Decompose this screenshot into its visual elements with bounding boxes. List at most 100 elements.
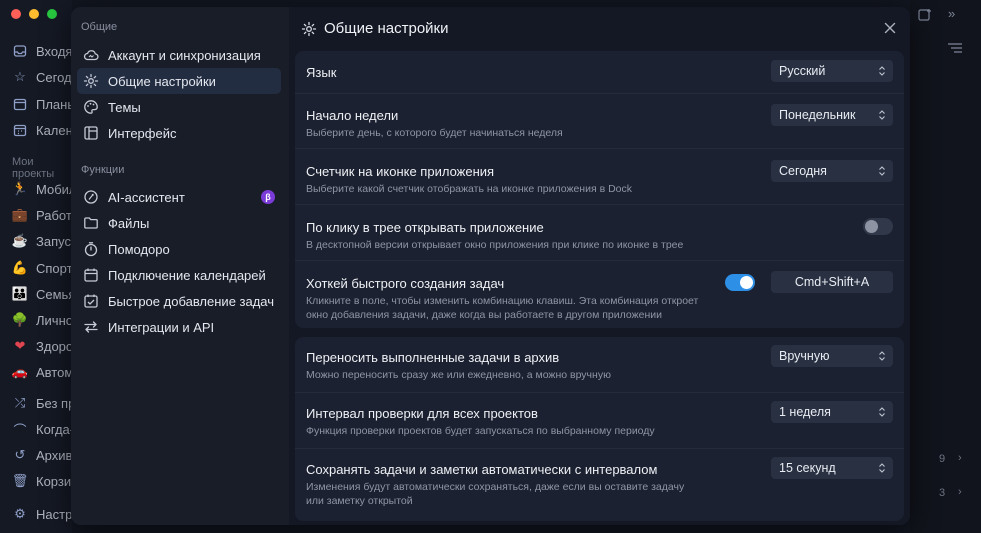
badge-counter-select[interactable]: Сегодня [771,160,893,182]
setting-title: Сохранять задачи и заметки автоматически… [306,462,658,477]
updown-arrows-icon [879,110,885,120]
new-window-icon[interactable] [918,8,932,25]
nav-section-general: Общие [81,21,118,33]
bg-project-item[interactable]: 💪 Спорт [12,258,73,278]
minimize-window-button[interactable] [29,9,39,19]
star-icon: ☆ [14,69,26,84]
bg-project-item[interactable]: 💼 Работа [12,205,79,225]
updown-arrows-icon [879,407,885,417]
bg-misc-item[interactable]: ⤮ Без пр [12,393,76,413]
cup-icon: ☕ [11,233,29,248]
setting-description: Функция проверки проектов будет запускат… [306,425,655,437]
bg-project-item[interactable]: 🏃 Мобил [12,179,77,199]
check-interval-select[interactable]: 1 неделя [771,401,893,423]
interface-icon [83,125,99,141]
bg-misc-item[interactable]: ⚙ Настр [12,504,72,524]
settings-content: Общие настройки Язык Русский Начало неде… [289,7,910,525]
nav-item-calendar-connection[interactable]: Подключение календарей [77,262,281,288]
nav-item-account[interactable]: Аккаунт и синхронизация [77,42,281,68]
setting-language: Язык Русский [295,51,904,94]
history-icon: ↺ [14,447,26,462]
bg-project-item[interactable]: 🚗 Автом [12,362,73,382]
gear-icon: ⚙ [14,506,26,521]
setting-description: В десктопной версии открывает окно прило… [306,239,684,251]
background-right-panel: » 9 › 3 › [910,0,981,533]
setting-description: Выберите день, с которого будет начинать… [306,127,563,139]
setting-title: Переносить выполненные задачи в архив [306,350,560,365]
close-window-button[interactable] [11,9,21,19]
bg-sidebar-item-inbox[interactable]: Входя [12,41,72,61]
page-title: Общие настройки [324,20,449,37]
setting-description: Можно переносить сразу же или ежедневно,… [306,369,611,381]
ai-icon [83,189,99,205]
autosave-select[interactable]: 15 секунд [771,457,893,479]
calendar-grid-icon [12,122,28,138]
bg-project-item[interactable]: 👪 Семья [12,284,75,304]
nav-item-files[interactable]: Файлы [77,210,281,236]
setting-hotkey: Хоткей быстрого создания задач Кликните … [295,261,904,328]
family-icon: 👪 [11,286,29,301]
briefcase-icon: 💼 [11,207,29,222]
settings-panel-tasks: Переносить выполненные задачи в архив Мо… [295,337,904,521]
updown-arrows-icon [879,351,885,361]
bg-project-item[interactable]: ❤ Здоро [12,336,74,356]
filter-icon[interactable] [948,42,962,57]
setting-title: По клику в трее открывать приложение [306,220,544,235]
timer-icon [83,241,99,257]
inbox-icon [12,43,28,59]
close-icon[interactable] [882,20,898,36]
trash-icon: 🗑 [11,473,29,488]
bg-project-item[interactable]: ☕ Запус [12,231,71,251]
setting-title: Начало недели [306,108,399,123]
updown-arrows-icon [879,166,885,176]
gear-icon [83,73,99,89]
setting-badge-counter: Счетчик на иконке приложения Выберите ка… [295,149,904,205]
bg-misc-item[interactable]: ⌒ Когда- [12,419,74,439]
car-icon: 🚗 [11,364,29,379]
bg-sidebar-item-today[interactable]: ☆ Сегод [12,67,71,87]
week-start-select[interactable]: Понедельник [771,104,893,126]
archive-select[interactable]: Вручную [771,345,893,367]
bg-sidebar-item-calendar[interactable]: Кален [12,120,73,140]
language-select[interactable]: Русский [771,60,893,82]
updown-arrows-icon [879,66,885,76]
nav-item-integrations[interactable]: Интеграции и API [77,314,281,340]
nav-section-features: Функции [81,164,125,176]
tree-icon: 🌳 [11,312,29,327]
tray-open-toggle[interactable] [863,218,893,235]
nav-item-quick-add[interactable]: Быстрое добавление задач [77,288,281,314]
bg-misc-item[interactable]: 🗑 Корзи [12,471,71,491]
nav-item-ai-assistant[interactable]: AI-ассистент β [77,184,281,210]
toggle-knob [740,276,753,289]
bg-project-item[interactable]: 🌳 Лично [12,310,73,330]
setting-title: Интервал проверки для всех проектов [306,406,538,421]
nav-item-themes[interactable]: Темы [77,94,281,120]
count-badge: 3 [939,487,946,499]
toggle-knob [865,220,878,233]
bg-sidebar-item-plans[interactable]: Планы [12,94,77,114]
beta-badge: β [261,190,275,204]
hotkey-input[interactable]: Cmd+Shift+A [771,271,893,293]
nav-item-general-settings[interactable]: Общие настройки [77,68,281,94]
calendar-icon [83,267,99,283]
setting-tray-open: По клику в трее открывать приложение В д… [295,205,904,261]
chevron-right-icon[interactable]: › [958,486,962,498]
collapse-icon[interactable]: » [948,6,955,21]
rainbow-icon: ⌒ [13,422,27,438]
nav-item-pomodoro[interactable]: Помодоро [77,236,281,262]
gear-icon [301,21,317,37]
quick-add-icon [83,293,99,309]
bg-misc-item[interactable]: ↺ Архив [12,445,73,465]
arrows-icon [83,319,99,335]
zoom-window-button[interactable] [47,9,57,19]
palette-icon [83,99,99,115]
chevron-right-icon[interactable]: › [958,452,962,464]
setting-description: Изменения будут автоматически сохранятьс… [306,481,685,507]
setting-title: Язык [306,65,337,80]
hotkey-toggle[interactable] [725,274,755,291]
runner-icon: 🏃 [11,181,29,196]
window-controls [11,9,57,19]
nav-item-interface[interactable]: Интерфейс [77,120,281,146]
setting-archive: Переносить выполненные задачи в архив Мо… [295,337,904,393]
shuffle-icon: ⤮ [14,395,26,410]
